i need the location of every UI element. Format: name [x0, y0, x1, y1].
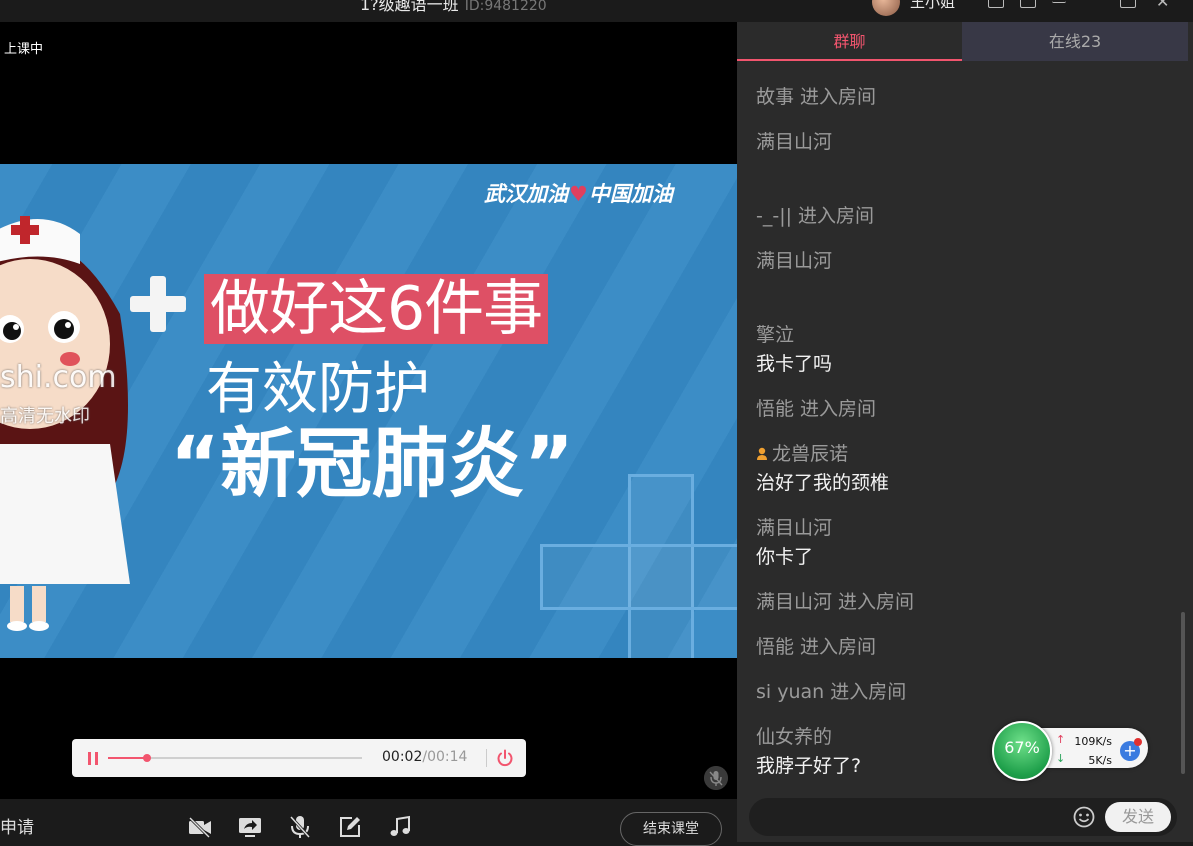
slide-slogan: 武汉加油♥中国加油: [484, 181, 673, 206]
progress-track[interactable]: [108, 754, 362, 762]
emoji-icon[interactable]: [1073, 806, 1095, 828]
power-icon[interactable]: [496, 749, 514, 767]
watermark-text: 高清无水印: [0, 406, 90, 427]
end-class-button[interactable]: 结束课堂: [620, 812, 722, 846]
message-text: 治好了我的颈椎: [756, 472, 890, 494]
watermark-url: shi.com: [0, 360, 117, 395]
music-icon[interactable]: [388, 815, 412, 839]
message-nick: 龙兽辰诺: [772, 443, 849, 465]
avatar[interactable]: [872, 0, 900, 16]
video-area: 上课中 shi.com 高清无水印 武汉加油♥中国加油 做好这6件事 有效防护 …: [0, 22, 737, 799]
system-message: 满目山河 进入房间: [756, 591, 915, 613]
upload-speed: 109K/s: [1074, 735, 1112, 748]
minimize-icon[interactable]: [1052, 0, 1066, 3]
pause-icon[interactable]: [88, 752, 98, 765]
close-icon[interactable]: ✕: [1156, 0, 1169, 11]
message-nick: 满目山河: [756, 250, 833, 272]
system-message: si yuan 进入房间: [756, 681, 907, 703]
window-title: 1?级趣语一班 ID:9481220: [360, 0, 547, 14]
playback-time: 00:02/00:14: [382, 749, 468, 765]
video-player-bar: 00:02/00:14: [72, 739, 526, 777]
bottom-toolbar: 申请 结束课堂: [0, 799, 737, 846]
heart-icon: ♥: [569, 181, 588, 206]
download-speed: 5K/s: [1088, 754, 1112, 767]
video-frame: shi.com 高清无水印 武汉加油♥中国加油 做好这6件事 有效防护 “新冠肺…: [0, 164, 737, 658]
chat-scrollbar[interactable]: [1181, 612, 1185, 774]
system-message: -_-|| 进入房间: [756, 205, 875, 227]
slide-headline-1: 做好这6件事: [204, 274, 549, 344]
send-button[interactable]: 发送: [1105, 802, 1171, 832]
title-bar: 1?级趣语一班 ID:9481220 王小姐 ✕: [0, 0, 1193, 22]
system-message: 故事 进入房间: [756, 86, 877, 108]
system-message: 悟能 进入房间: [756, 636, 877, 658]
mic-off-icon[interactable]: [288, 815, 312, 839]
hand-icon[interactable]: [988, 0, 1004, 8]
mic-off-icon[interactable]: [704, 766, 728, 790]
message-nick: 仙女养的: [756, 726, 833, 748]
user-badge-icon: [757, 447, 767, 460]
message-text: 我卡了吗: [756, 353, 833, 375]
usage-percent: 67%: [1004, 738, 1040, 757]
maximize-icon[interactable]: [1120, 0, 1136, 8]
notification-dot: [1134, 738, 1142, 746]
message-nick: 满目山河: [756, 131, 833, 153]
message-nick: 满目山河: [756, 517, 833, 539]
camera-off-icon[interactable]: [188, 815, 212, 839]
progress-fill: [108, 757, 148, 759]
plus-decoration: [130, 276, 186, 332]
window-icon[interactable]: [1020, 0, 1036, 8]
network-speed-widget[interactable]: 67% ↑ 109K/s ↓ 5K/s +: [992, 721, 1150, 781]
message-nick-row: 龙兽辰诺: [756, 439, 848, 466]
chat-tabs: 群聊 在线23: [737, 22, 1188, 61]
apply-button[interactable]: 申请: [0, 813, 34, 838]
system-message: 悟能 进入房间: [756, 398, 877, 420]
message-text: 我脖子好了?: [756, 755, 862, 777]
user-name[interactable]: 王小姐: [910, 0, 955, 12]
slide-headline-2: 有效防护: [206, 357, 430, 422]
message-nick: 擎泣: [756, 324, 795, 346]
class-status: 上课中: [4, 42, 44, 57]
tab-online[interactable]: 在线23: [962, 22, 1188, 61]
tab-group-chat[interactable]: 群聊: [737, 22, 962, 61]
screen-share-icon[interactable]: [238, 815, 262, 839]
chat-panel: 群聊 在线23 故事 进入房间 满目山河 -_-|| 进入房间 满目山河 擎泣 …: [737, 22, 1193, 842]
message-text: 你卡了: [756, 546, 814, 568]
edit-icon[interactable]: [338, 815, 362, 839]
class-id: ID:9481220: [464, 0, 547, 14]
divider: [486, 749, 487, 767]
progress-knob[interactable]: [143, 754, 152, 762]
slide-headline-3: “新冠肺炎”: [170, 419, 574, 508]
